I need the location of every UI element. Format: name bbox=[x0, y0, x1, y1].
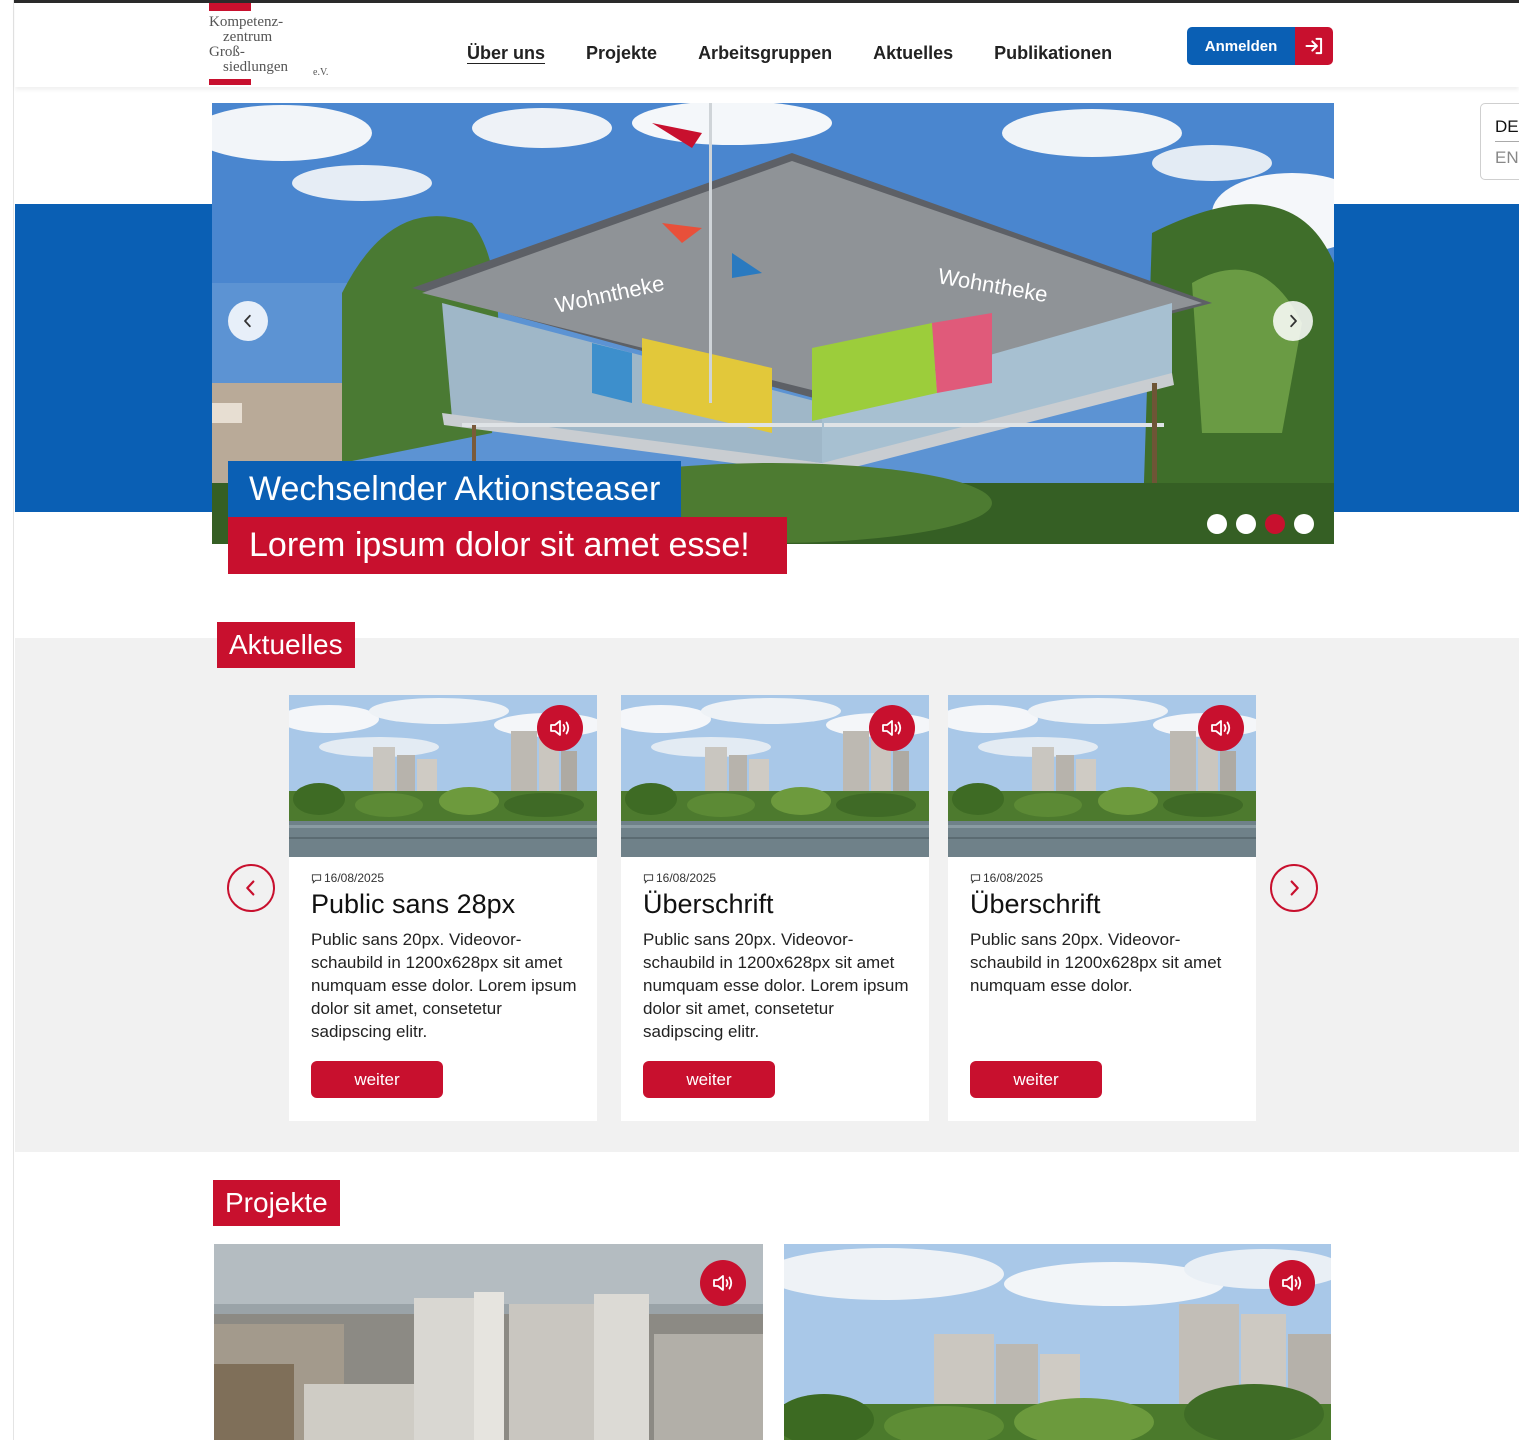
logo-bar-bottom bbox=[209, 79, 251, 85]
speaker-icon bbox=[880, 716, 904, 740]
nav-item-arbeitsgruppen[interactable]: Arbeitsgruppen bbox=[698, 43, 832, 64]
logo-line-4: siedlungen bbox=[223, 59, 288, 75]
news-card-date-text: 16/08/2025 bbox=[656, 871, 717, 885]
news-card-text: Public sans 20px. Videovor-schaubild in … bbox=[311, 930, 577, 1041]
hero-next-button[interactable] bbox=[1273, 301, 1313, 341]
logo-line-1: Kompetenz- bbox=[209, 14, 284, 30]
language-option-de[interactable]: DE bbox=[1495, 116, 1519, 142]
hero-teaser-line-2: Lorem ipsum dolor sit amet esse! bbox=[228, 517, 787, 574]
comment-icon bbox=[643, 873, 654, 884]
hero-dot-2[interactable] bbox=[1236, 514, 1256, 534]
hero-dot-1[interactable] bbox=[1207, 514, 1227, 534]
comment-icon bbox=[311, 873, 322, 884]
news-card-date-text: 16/08/2025 bbox=[983, 871, 1044, 885]
nav-item-ueber-uns[interactable]: Über uns bbox=[467, 43, 545, 64]
news-card-more-button[interactable]: weiter bbox=[970, 1061, 1102, 1098]
chevron-right-icon bbox=[1283, 877, 1305, 899]
speaker-icon bbox=[1209, 716, 1233, 740]
main-nav: Über uns Projekte Arbeitsgruppen Aktuell… bbox=[467, 43, 1153, 64]
news-card-text: Public sans 20px. Videovor-schaubild in … bbox=[970, 930, 1222, 995]
hero-dot-3[interactable] bbox=[1265, 514, 1285, 534]
login-button-label: Anmelden bbox=[1187, 27, 1295, 65]
logo-bar-top bbox=[209, 3, 251, 11]
news-card-title: Public sans 28px bbox=[311, 889, 516, 919]
news-card-date-text: 16/08/2025 bbox=[324, 871, 385, 885]
nav-item-publikationen[interactable]: Publikationen bbox=[994, 43, 1112, 64]
news-card-date: 16/08/2025 bbox=[970, 871, 1043, 885]
hero-pagination bbox=[1207, 514, 1323, 534]
audio-button[interactable] bbox=[1198, 705, 1244, 751]
news-card-title: Überschrift bbox=[643, 889, 774, 919]
news-card: 16/08/2025 Überschrift Public sans 20px.… bbox=[948, 695, 1256, 1121]
chevron-left-icon bbox=[240, 877, 262, 899]
news-card-more-button[interactable]: weiter bbox=[643, 1061, 775, 1098]
site-header: Kompetenz- zentrum Groß- siedlungen e.V.… bbox=[15, 3, 1519, 87]
news-card-more-button[interactable]: weiter bbox=[311, 1061, 443, 1098]
projects-section-title: Projekte bbox=[213, 1180, 340, 1226]
hero-prev-button[interactable] bbox=[228, 301, 268, 341]
speaker-icon bbox=[1280, 1271, 1304, 1295]
comment-icon bbox=[970, 873, 981, 884]
news-card-date: 16/08/2025 bbox=[643, 871, 716, 885]
news-card: 16/08/2025 Public sans 28px Public sans … bbox=[289, 695, 597, 1121]
hero-dot-4[interactable] bbox=[1294, 514, 1314, 534]
news-card: 16/08/2025 Überschrift Public sans 20px.… bbox=[621, 695, 929, 1121]
hero-teaser-line-1: Wechselnder Aktionsteaser bbox=[228, 461, 682, 517]
nav-item-projekte[interactable]: Projekte bbox=[586, 43, 657, 64]
news-section-title: Aktuelles bbox=[217, 622, 355, 668]
speaker-icon bbox=[548, 716, 572, 740]
window-left-border bbox=[0, 0, 14, 1440]
login-arrow-icon bbox=[1295, 27, 1333, 65]
news-card-title: Überschrift bbox=[970, 889, 1101, 919]
audio-button[interactable] bbox=[537, 705, 583, 751]
login-button[interactable]: Anmelden bbox=[1187, 27, 1333, 65]
speaker-icon bbox=[711, 1271, 735, 1295]
nav-item-aktuelles[interactable]: Aktuelles bbox=[873, 43, 953, 64]
audio-button[interactable] bbox=[700, 1260, 746, 1306]
chevron-left-icon bbox=[239, 312, 257, 330]
logo-line-2: zentrum bbox=[223, 29, 273, 45]
logo-line-3: Groß- bbox=[209, 44, 245, 60]
news-card-date: 16/08/2025 bbox=[311, 871, 384, 885]
site-logo[interactable]: Kompetenz- zentrum Groß- siedlungen e.V. bbox=[209, 3, 369, 87]
audio-button[interactable] bbox=[1269, 1260, 1315, 1306]
audio-button[interactable] bbox=[869, 705, 915, 751]
language-option-en[interactable]: EN bbox=[1495, 147, 1519, 169]
news-prev-button[interactable] bbox=[227, 864, 275, 912]
news-next-button[interactable] bbox=[1270, 864, 1318, 912]
project-card-image[interactable] bbox=[214, 1244, 763, 1440]
news-card-text: Public sans 20px. Videovor-schaubild in … bbox=[643, 930, 909, 1041]
chevron-right-icon bbox=[1284, 312, 1302, 330]
project-card-image[interactable] bbox=[784, 1244, 1331, 1440]
logo-suffix: e.V. bbox=[313, 67, 329, 78]
language-switcher: DE EN bbox=[1480, 103, 1519, 180]
